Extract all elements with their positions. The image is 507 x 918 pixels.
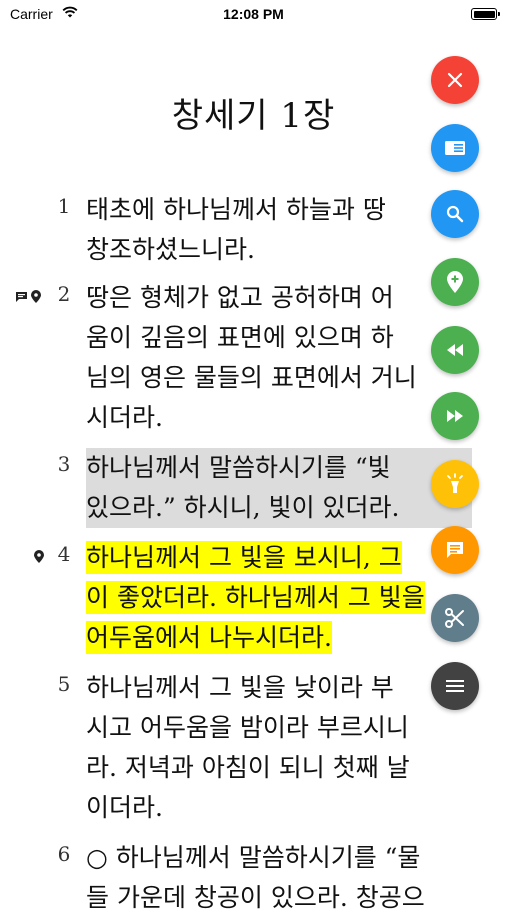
chapter-title: 창세기 1장 (171, 96, 336, 136)
verse-line: 창조하셨느니라. (86, 235, 255, 264)
verse-number: 5 (57, 672, 71, 696)
verse-number: 6 (57, 842, 71, 866)
highlighter-icon (445, 473, 465, 495)
close-icon (446, 71, 464, 89)
scissors-icon (444, 607, 466, 629)
search-button[interactable] (431, 190, 479, 238)
verse-line: 움이 깊음의 표면에 있으며 하 (86, 323, 394, 352)
verse-line: 하나님께서 그 빛을 낮이라 부 (86, 673, 394, 702)
highlight-button[interactable] (431, 460, 479, 508)
verse-line: 어두움에서 나누시더라. (86, 618, 466, 658)
fast-forward-icon (445, 409, 465, 423)
comment-icon (445, 540, 465, 560)
verse-line: ○ 하나님께서 말씀하시기를 “물 (86, 843, 421, 872)
rewind-button[interactable] (431, 326, 479, 374)
yellow-highlight: 하나님께서 그 빛을 보시니, 그 (86, 541, 402, 574)
menu-icon (446, 679, 464, 693)
clock: 12:08 PM (223, 6, 284, 22)
verse-number: 1 (57, 194, 71, 218)
verse-markers (15, 288, 41, 307)
comment-button[interactable] (431, 526, 479, 574)
status-bar: Carrier 12:08 PM (0, 0, 507, 28)
rewind-icon (445, 343, 465, 357)
menu-button[interactable] (431, 662, 479, 710)
note-icon[interactable] (15, 288, 28, 307)
verse-line: 이더라. (86, 793, 163, 822)
verse-line: 하나님께서 그 빛을 보시니, 그 (86, 538, 466, 578)
verse-line: 들 가운데 창공이 있으라. 창공으 (86, 883, 425, 912)
reader-button[interactable] (431, 124, 479, 172)
verse-number: 2 (57, 282, 71, 306)
add-location-button[interactable] (431, 258, 479, 306)
verse-line: 하나님께서 말씀하시기를 “빛 (86, 453, 391, 482)
yellow-highlight: 이 좋았더라. 하나님께서 그 빛을 (86, 581, 425, 614)
verse-line: 시고 어두움을 밤이라 부르시니 (86, 713, 409, 742)
battery-icon (471, 8, 500, 20)
fast-forward-button[interactable] (431, 392, 479, 440)
cut-button[interactable] (431, 594, 479, 642)
verse-line: 태초에 하나님께서 하늘과 땅 (86, 195, 386, 224)
yellow-highlight: 어두움에서 나누시더라. (86, 621, 332, 654)
search-icon (446, 205, 464, 223)
verse-number: 4 (57, 542, 71, 566)
pin-icon[interactable] (31, 288, 41, 307)
close-button[interactable] (431, 56, 479, 104)
reader-icon (444, 139, 466, 157)
verse-line: 님의 영은 물들의 표면에서 거니 (86, 363, 417, 392)
add-location-icon (447, 271, 463, 293)
verse-line: 라. 저녁과 아침이 되니 첫째 날 (86, 753, 410, 782)
pin-icon[interactable] (34, 548, 44, 567)
gray-highlight: 하나님께서 말씀하시기를 “빛 있으라.” 하시니, 빛이 있더라. (86, 448, 472, 528)
verse-line: 시더라. (86, 403, 163, 432)
verse-line: 땅은 형체가 없고 공허하며 어 (86, 283, 394, 312)
verse-line: 있으라.” 하시니, 빛이 있더라. (86, 493, 400, 522)
verse-line: 이 좋았더라. 하나님께서 그 빛을 (86, 578, 466, 618)
verse-number: 3 (57, 452, 71, 476)
verse-markers (34, 548, 44, 567)
